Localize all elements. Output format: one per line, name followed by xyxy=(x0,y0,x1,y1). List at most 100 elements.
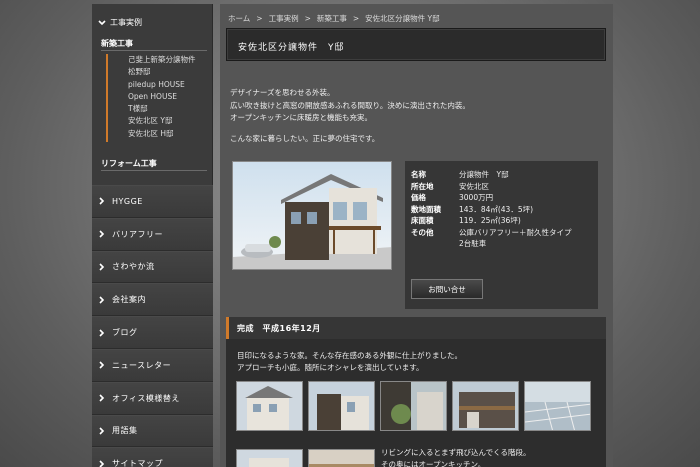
nav-label: ニュースレター xyxy=(112,360,172,370)
spec-row: 床面積 119．25㎡(36坪) xyxy=(411,215,572,227)
house-photo xyxy=(232,161,392,270)
gallery-thumbnail[interactable] xyxy=(308,381,375,431)
main-content: ホーム > 工事実例 > 新築工事 > 安佐北区分譲物件 Y邸 安佐北区分譲物件 Y邸 デザ… xyxy=(220,4,613,467)
works-list: 己斐上新築分譲物件 松野邸 piledup HOUSE Open HOUSE T… xyxy=(128,54,213,140)
nav-item-newsletter[interactable]: ニュースレター xyxy=(92,348,213,382)
spec-row: 2台駐車 xyxy=(411,238,572,250)
breadcrumb-separator: > xyxy=(256,14,263,23)
chevron-right-icon xyxy=(99,296,105,304)
spec-key: 名称 xyxy=(411,170,426,179)
nav-label: バリアフリー xyxy=(112,229,163,239)
completion-line: アプローチも小庭。随所にオシャレを演出しています。 xyxy=(237,363,424,372)
chevron-right-icon xyxy=(99,197,105,205)
gallery-thumbnail[interactable] xyxy=(308,449,375,467)
completion-section: 完成 平成16年12月 目印になるような家。そんな存在感のある外観に仕上がりまし… xyxy=(226,317,606,467)
works-item[interactable]: 安佐北区 H邸 xyxy=(128,128,213,140)
chevron-right-icon xyxy=(99,263,105,271)
accent-bar xyxy=(106,54,108,142)
section-heading: 工事実例 xyxy=(98,17,142,28)
inquiry-button[interactable]: お問い合せ xyxy=(411,279,483,299)
spec-value: 分譲物件 Y邸 xyxy=(459,170,509,179)
spec-row: 価格 3000万円 xyxy=(411,192,572,204)
chevron-right-icon xyxy=(99,394,105,402)
intro-closing: こんな家に暮らしたい。正に夢の住宅です。 xyxy=(230,133,380,143)
page-title-box: 安佐北区分譲物件 Y邸 xyxy=(226,28,606,61)
nav-label: サイトマップ xyxy=(112,459,163,467)
works-item[interactable]: Open HOUSE xyxy=(128,91,213,103)
spec-row: 名称 分譲物件 Y邸 xyxy=(411,169,572,181)
gallery-thumbnail[interactable] xyxy=(236,449,303,467)
breadcrumb: ホーム > 工事実例 > 新築工事 > 安佐北区分譲物件 Y邸 xyxy=(228,13,446,24)
spec-value: 安佐北区 xyxy=(459,181,489,191)
nav-item-sitemap[interactable]: サイトマップ xyxy=(92,447,213,467)
spec-panel: 名称 分譲物件 Y邸 所在地 安佐北区 価格 3000万円 敷地面積 143．84㎡(4… xyxy=(405,161,598,309)
chevron-right-icon xyxy=(99,329,105,337)
works-item[interactable]: 松野邸 xyxy=(128,66,213,78)
works-item[interactable]: T様邸 xyxy=(128,103,213,115)
spec-value: 119．25㎡(36坪) xyxy=(459,216,521,225)
nav-item-hygge[interactable]: HYGGE xyxy=(92,185,213,218)
divider xyxy=(101,170,207,171)
gallery-thumbnail[interactable] xyxy=(452,381,519,431)
breadcrumb-home[interactable]: ホーム xyxy=(228,14,250,23)
completion-line: 目印になるような家。そんな存在感のある外観に仕上がりました。 xyxy=(237,351,462,360)
spec-key: その他 xyxy=(411,227,434,237)
nav-label: オフィス模様替え xyxy=(112,393,180,403)
nav-item-blog[interactable]: ブログ xyxy=(92,316,213,349)
completion-title: 完成 平成16年12月 xyxy=(237,324,321,333)
nav-label: 会社案内 xyxy=(112,295,146,305)
gallery-thumbnail[interactable] xyxy=(236,381,303,431)
nav-item-sawayaka[interactable]: さわやか流 xyxy=(92,250,213,284)
spec-value: 公庫バリアフリー＋耐久性タイプ xyxy=(459,227,572,237)
chevron-right-icon xyxy=(99,427,105,435)
works-item[interactable]: piledup HOUSE xyxy=(128,79,213,91)
spec-value: 2台駐車 xyxy=(459,239,487,248)
divider xyxy=(101,50,207,51)
nav-item-glossary[interactable]: 用語集 xyxy=(92,414,213,448)
chevron-right-icon xyxy=(99,361,105,369)
chevron-right-icon xyxy=(99,460,105,467)
completion-header: 完成 平成16年12月 xyxy=(226,317,606,339)
spec-key: 敷地面積 xyxy=(411,204,441,214)
nav-list: HYGGE バリアフリー さわやか流 会社案内 ブログ ニュースレター オフィス… xyxy=(92,185,213,467)
spec-key: 所在地 xyxy=(411,181,434,191)
breadcrumb-separator: > xyxy=(352,14,360,23)
breadcrumb-new-build[interactable]: 新築工事 xyxy=(317,14,347,23)
spec-key: 床面積 xyxy=(411,216,434,225)
spec-row: その他 公庫バリアフリー＋耐久性タイプ xyxy=(411,227,572,239)
nav-label: さわやか流 xyxy=(112,262,155,272)
nav-label: ブログ xyxy=(112,328,138,338)
page-wrapper: 工事実例 新築工事 己斐上新築分譲物件 松野邸 piledup HOUSE Op… xyxy=(92,4,613,467)
photo-gallery xyxy=(236,381,591,431)
spec-key xyxy=(411,238,459,250)
intro-line: 広い吹き抜けと高窓の開放感あふれる間取り。決めに演出された内装。 xyxy=(230,100,470,110)
chevron-down-icon xyxy=(98,19,106,25)
gallery-thumbnail[interactable] xyxy=(380,381,447,431)
chevron-right-icon xyxy=(99,230,105,238)
nav-item-company[interactable]: 会社案内 xyxy=(92,283,213,317)
sidebar: 工事実例 新築工事 己斐上新築分譲物件 松野邸 piledup HOUSE Op… xyxy=(92,4,213,467)
house-illustration xyxy=(233,162,391,269)
new-build-title[interactable]: 新築工事 xyxy=(101,38,133,49)
gallery-thumbnail[interactable] xyxy=(524,381,591,431)
breadcrumb-works[interactable]: 工事実例 xyxy=(269,14,299,23)
spec-row: 敷地面積 143．84㎡(43．5坪) xyxy=(411,204,572,216)
spec-key: 価格 xyxy=(411,193,426,202)
nav-label: 用語集 xyxy=(112,426,138,436)
works-item[interactable]: 己斐上新築分譲物件 xyxy=(128,54,213,66)
breadcrumb-separator: > xyxy=(304,14,311,23)
completion-line: その奥にはオープンキッチン。 xyxy=(381,460,486,467)
nav-label: HYGGE xyxy=(112,196,143,206)
page-title: 安佐北区分譲物件 Y邸 xyxy=(238,43,345,53)
reform-title[interactable]: リフォーム工事 xyxy=(101,158,157,169)
completion-text: 目印になるような家。そんな存在感のある外観に仕上がりました。 アプローチも小庭。… xyxy=(237,350,462,374)
breadcrumb-current: 安佐北区分譲物件 Y邸 xyxy=(365,14,440,23)
intro-line: デザイナーズを思わせる外装。 xyxy=(230,88,335,97)
nav-item-barrier-free[interactable]: バリアフリー xyxy=(92,217,213,251)
section-title: 工事実例 xyxy=(110,18,142,27)
works-item[interactable]: 安佐北区 Y邸 xyxy=(128,115,213,127)
completion-line: リビングに入るとまず飛び込んでくる階段。 xyxy=(381,448,531,457)
spec-value: 143．84㎡(43．5坪) xyxy=(459,204,534,214)
spec-table: 名称 分譲物件 Y邸 所在地 安佐北区 価格 3000万円 敷地面積 143．84㎡(4… xyxy=(411,169,572,250)
nav-item-office[interactable]: オフィス模様替え xyxy=(92,381,213,415)
